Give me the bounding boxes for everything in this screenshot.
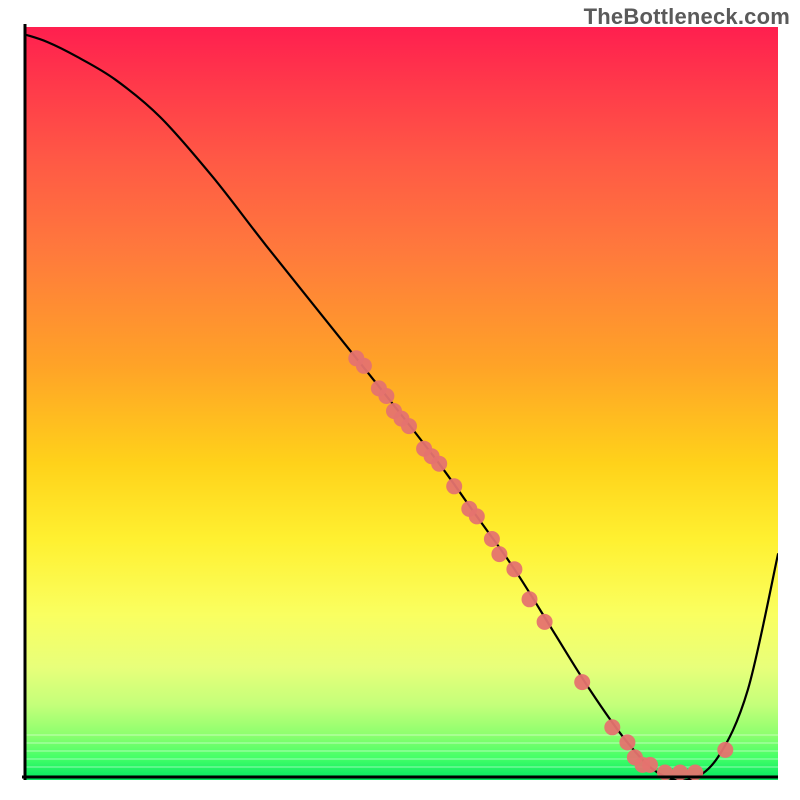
marker-group: [348, 350, 733, 780]
data-marker: [574, 674, 590, 690]
data-marker: [469, 508, 485, 524]
data-marker: [401, 418, 417, 434]
data-marker: [484, 531, 500, 547]
data-marker: [522, 591, 538, 607]
data-marker: [378, 388, 394, 404]
watermark-text: TheBottleneck.com: [584, 4, 790, 30]
plot-area: [22, 24, 778, 780]
data-marker: [687, 765, 703, 781]
data-marker: [491, 546, 507, 562]
data-marker: [619, 734, 635, 750]
chart-container: TheBottleneck.com: [0, 0, 800, 800]
data-marker: [506, 561, 522, 577]
plot-inner: [25, 27, 778, 780]
data-marker: [657, 765, 673, 781]
data-marker: [446, 478, 462, 494]
data-marker: [537, 614, 553, 630]
data-marker: [717, 742, 733, 758]
data-marker: [356, 358, 372, 374]
data-marker: [642, 757, 658, 773]
data-marker: [672, 765, 688, 781]
data-marker: [604, 719, 620, 735]
bottleneck-curve: [25, 35, 778, 781]
data-marker: [431, 456, 447, 472]
curve-svg: [25, 27, 778, 780]
